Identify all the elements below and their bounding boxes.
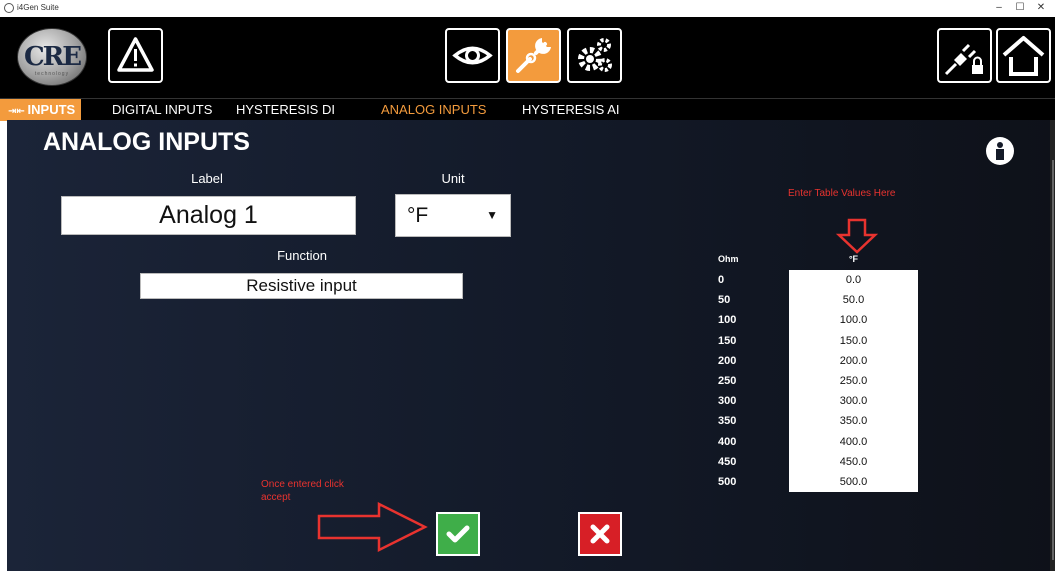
tab-digital-inputs[interactable]: DIGITAL INPUTS <box>112 99 212 121</box>
ohm-cell: 0 <box>718 274 725 286</box>
cre-logo: CRE technology <box>17 28 87 86</box>
value-cell-input[interactable]: 300.0 <box>789 391 918 411</box>
main-toolbar: CRE technology <box>0 17 1055 98</box>
accept-annotation: Once entered click accept <box>261 478 344 504</box>
ohm-cell: 400 <box>718 435 737 448</box>
unit-select[interactable]: °F ▼ <box>395 194 511 237</box>
dropdown-arrow-icon: ▼ <box>486 208 498 222</box>
label-heading: Label <box>191 171 223 186</box>
connection-button[interactable] <box>937 28 992 83</box>
minimize-button[interactable]: – <box>991 1 1007 15</box>
value-cell-input[interactable]: 100.0 <box>789 310 918 330</box>
ohm-cell: 350 <box>718 415 737 428</box>
right-arrow-annotation-icon <box>317 502 428 552</box>
tab-inputs[interactable]: ⇥⇤ INPUTS <box>0 99 82 121</box>
eye-icon <box>452 46 493 65</box>
unit-select-value: °F <box>407 204 429 227</box>
value-cell-input[interactable]: 200.0 <box>789 351 918 371</box>
tab-hysteresis-di[interactable]: HYSTERESIS DI <box>236 99 335 121</box>
accept-annotation-line1: Once entered click <box>261 479 344 490</box>
page-title: ANALOG INPUTS <box>43 128 250 156</box>
wrench-icon <box>516 38 551 73</box>
cancel-button[interactable] <box>578 512 622 556</box>
ohm-cell: 200 <box>718 354 737 367</box>
value-cell-input[interactable]: 450.0 <box>789 452 918 472</box>
ohm-cell: 300 <box>718 395 737 408</box>
alarm-button[interactable] <box>108 28 163 83</box>
value-cell-input[interactable]: 150.0 <box>789 331 918 351</box>
tab-analog-inputs[interactable]: ANALOG INPUTS <box>381 99 486 121</box>
info-icon[interactable] <box>986 137 1014 165</box>
tab-bar: ⇥⇤ INPUTS DIGITAL INPUTS HYSTERESIS DI A… <box>0 98 1055 121</box>
settings-button[interactable] <box>567 28 622 83</box>
function-input[interactable]: Resistive input <box>140 273 463 299</box>
label-input[interactable]: Analog 1 <box>61 196 356 235</box>
value-cell-input[interactable]: 500.0 <box>789 472 918 492</box>
info-stem <box>996 149 1004 160</box>
ohm-cell: 450 <box>718 455 737 468</box>
value-cell-input[interactable]: 250.0 <box>789 371 918 391</box>
scrollbar-thumb[interactable] <box>1052 160 1054 560</box>
plug-lock-icon <box>944 43 983 76</box>
gears-icon <box>578 38 612 72</box>
home-icon <box>1002 36 1045 76</box>
x-icon <box>590 524 610 544</box>
configuration-button[interactable] <box>506 28 561 83</box>
maximize-button[interactable]: ☐ <box>1012 1 1028 15</box>
value-cell-input[interactable]: 350.0 <box>789 411 918 431</box>
arrows-icon: ⇥⇤ <box>8 106 28 117</box>
ohm-cell: 500 <box>718 476 737 488</box>
down-arrow-annotation-icon <box>836 218 878 254</box>
app-icon <box>4 3 14 13</box>
home-button[interactable] <box>996 28 1051 83</box>
tab-hysteresis-ai[interactable]: HYSTERESIS AI <box>522 99 620 121</box>
ohm-cell: 50 <box>718 294 731 307</box>
checkmark-icon <box>446 525 470 543</box>
view-button[interactable] <box>445 28 500 83</box>
accept-button[interactable] <box>436 512 480 556</box>
unit-column-header: °F <box>848 254 859 264</box>
value-cell-input[interactable]: 400.0 <box>789 432 918 452</box>
logo-subtext: technology <box>34 71 70 77</box>
analog-inputs-panel: ANALOG INPUTS Label Analog 1 Unit °F ▼ F… <box>7 120 1055 571</box>
ohm-column-header: Ohm <box>718 254 739 264</box>
logo-text: CRE <box>23 42 82 72</box>
ohm-cell: 100 <box>718 314 737 327</box>
tab-inputs-label: INPUTS <box>27 102 76 117</box>
info-dot <box>997 142 1003 148</box>
unit-heading: Unit <box>441 171 465 186</box>
window-title: i4Gen Suite <box>17 3 59 12</box>
ohm-cell: 250 <box>718 375 737 387</box>
scrollbar[interactable] <box>1050 120 1055 571</box>
function-heading: Function <box>277 248 327 263</box>
value-cell-input[interactable]: 50.0 <box>789 290 918 310</box>
close-window-button[interactable]: ✕ <box>1033 1 1049 15</box>
table-annotation: Enter Table Values Here <box>788 188 896 199</box>
value-cell-input[interactable]: 0.0 <box>789 270 918 290</box>
ohm-cell: 150 <box>718 334 737 347</box>
warning-icon <box>117 37 154 72</box>
window-titlebar: i4Gen Suite – ☐ ✕ <box>0 0 1055 17</box>
